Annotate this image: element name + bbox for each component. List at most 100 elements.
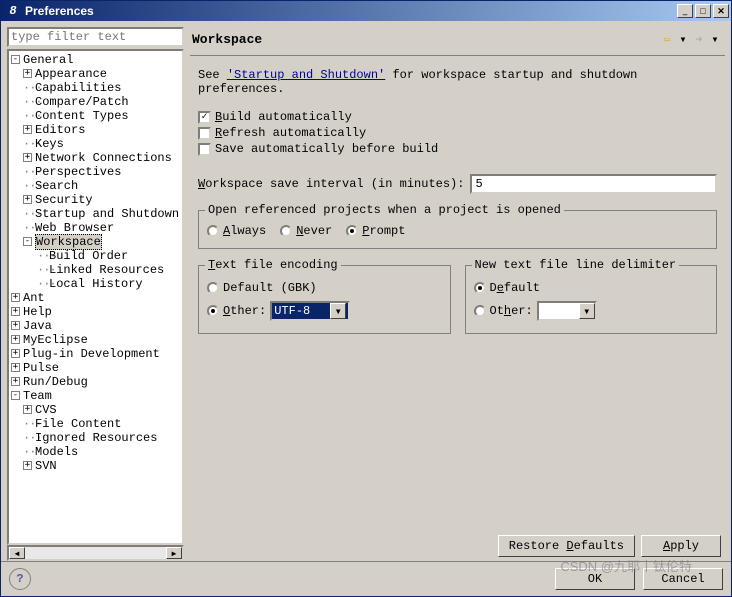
expand-icon[interactable]: + <box>23 461 32 470</box>
collapse-icon[interactable]: - <box>23 237 32 246</box>
scroll-left-icon[interactable]: ◂ <box>9 547 25 559</box>
expand-icon[interactable]: + <box>23 69 32 78</box>
tree-node[interactable]: MyEclipse <box>23 333 88 347</box>
enc-other-radio[interactable] <box>207 305 219 317</box>
forward-menu-icon[interactable]: ▾ <box>707 31 723 47</box>
maximize-button[interactable]: □ <box>695 4 711 18</box>
tree-node[interactable]: SVN <box>35 459 57 473</box>
encoding-select[interactable]: UTF-8▾ <box>270 301 350 321</box>
tree-node[interactable]: Ant <box>23 291 45 305</box>
tree-node[interactable]: Network Connections <box>35 151 172 165</box>
collapse-icon[interactable]: - <box>11 55 20 64</box>
tree-node[interactable]: Startup and Shutdown <box>35 207 179 221</box>
forward-button[interactable]: ➔ <box>691 31 707 47</box>
minimize-button[interactable]: _ <box>677 4 693 18</box>
filter-input[interactable] <box>7 27 184 47</box>
tree-node[interactable]: Editors <box>35 123 85 137</box>
tree-node[interactable]: Capabilities <box>35 81 121 95</box>
expand-icon[interactable]: + <box>11 293 20 302</box>
never-radio[interactable] <box>280 225 292 237</box>
interval-input[interactable] <box>470 174 717 194</box>
enc-default-radio[interactable] <box>207 282 219 294</box>
enc-other-label: Other: <box>223 304 266 318</box>
tree-node[interactable]: Pulse <box>23 361 59 375</box>
apply-button[interactable]: Apply <box>641 535 721 557</box>
tree-node[interactable]: Search <box>35 179 78 193</box>
watermark: CSDN @九耶丨钛伦特 <box>560 556 692 575</box>
expand-icon[interactable]: + <box>11 377 20 386</box>
build-auto-checkbox[interactable]: ✓ <box>198 111 211 124</box>
dropdown-icon[interactable]: ▾ <box>330 303 346 319</box>
delimiter-group: New text file line delimiter Default Oth… <box>465 265 718 334</box>
always-radio[interactable] <box>207 225 219 237</box>
titlebar: 8 Preferences _ □ ✕ <box>1 1 731 21</box>
tree-node[interactable]: Web Browser <box>35 221 114 235</box>
tree-node-general[interactable]: General <box>23 53 73 67</box>
tree-node[interactable]: Plug-in Development <box>23 347 160 361</box>
always-label: Always <box>223 224 266 238</box>
back-menu-icon[interactable]: ▾ <box>675 31 691 47</box>
left-pane: -General +Appearance ···Capabilities ···… <box>7 27 184 561</box>
build-auto-label: Build automatically <box>215 110 352 124</box>
tree-node-workspace[interactable]: Workspace <box>35 234 102 250</box>
open-referenced-group: Open referenced projects when a project … <box>198 210 717 249</box>
tree-node[interactable]: File Content <box>35 417 121 431</box>
tree-node[interactable]: Help <box>23 305 52 319</box>
delim-other-radio[interactable] <box>474 305 486 317</box>
tree-node[interactable]: Build Order <box>49 249 128 263</box>
save-before-build-label: Save automatically before build <box>215 142 438 156</box>
tree-node[interactable]: Java <box>23 319 52 333</box>
delim-default-label: Default <box>490 281 540 295</box>
tree-node[interactable]: Models <box>35 445 78 459</box>
horizontal-scrollbar[interactable]: ◂ ▸ <box>7 545 184 561</box>
dropdown-icon[interactable]: ▾ <box>579 303 595 319</box>
prompt-radio[interactable] <box>346 225 358 237</box>
startup-shutdown-link[interactable]: 'Startup and Shutdown' <box>227 68 385 82</box>
tree-node[interactable]: Local History <box>49 277 143 291</box>
window-title: Preferences <box>25 4 677 18</box>
expand-icon[interactable]: + <box>23 125 32 134</box>
tree-node[interactable]: Run/Debug <box>23 375 88 389</box>
close-button[interactable]: ✕ <box>713 4 729 18</box>
help-icon[interactable]: ? <box>9 568 31 590</box>
tree-node[interactable]: Perspectives <box>35 165 121 179</box>
expand-icon[interactable]: + <box>11 335 20 344</box>
expand-icon[interactable]: + <box>11 307 20 316</box>
expand-icon[interactable]: + <box>11 363 20 372</box>
delim-other-label: Other: <box>490 304 533 318</box>
description: See 'Startup and Shutdown' for workspace… <box>198 68 717 96</box>
save-before-build-checkbox[interactable] <box>198 143 211 156</box>
tree-node[interactable]: Security <box>35 193 93 207</box>
preferences-tree[interactable]: -General +Appearance ···Capabilities ···… <box>7 49 184 545</box>
tree-node[interactable]: CVS <box>35 403 57 417</box>
tree-node-team[interactable]: Team <box>23 389 52 403</box>
expand-icon[interactable]: + <box>11 349 20 358</box>
enc-default-label: Default (GBK) <box>223 281 317 295</box>
prompt-label: Prompt <box>362 224 405 238</box>
tree-node[interactable]: Ignored Resources <box>35 431 157 445</box>
page-title: Workspace <box>192 32 659 47</box>
back-button[interactable]: ⇦ <box>659 31 675 47</box>
scroll-right-icon[interactable]: ▸ <box>166 547 182 559</box>
tree-node[interactable]: Compare/Patch <box>35 95 129 109</box>
encoding-group: Text file encoding Default (GBK) Other: … <box>198 265 451 334</box>
collapse-icon[interactable]: - <box>11 391 20 400</box>
expand-icon[interactable]: + <box>23 405 32 414</box>
right-pane: Workspace ⇦ ▾ ➔ ▾ See 'Startup and Shutd… <box>190 27 725 561</box>
refresh-auto-label: Refresh automatically <box>215 126 366 140</box>
expand-icon[interactable]: + <box>23 153 32 162</box>
group-title: Open referenced projects when a project … <box>205 203 564 217</box>
restore-defaults-button[interactable]: Restore Defaults <box>498 535 635 557</box>
delimiter-select[interactable]: ▾ <box>537 301 597 321</box>
tree-node[interactable]: Content Types <box>35 109 129 123</box>
expand-icon[interactable]: + <box>23 195 32 204</box>
interval-label: Workspace save interval (in minutes): <box>198 177 464 191</box>
tree-node[interactable]: Keys <box>35 137 64 151</box>
group-title: Text file encoding <box>205 258 341 272</box>
group-title: New text file line delimiter <box>472 258 680 272</box>
tree-node[interactable]: Appearance <box>35 67 107 81</box>
refresh-auto-checkbox[interactable] <box>198 127 211 140</box>
delim-default-radio[interactable] <box>474 282 486 294</box>
tree-node[interactable]: Linked Resources <box>49 263 164 277</box>
expand-icon[interactable]: + <box>11 321 20 330</box>
